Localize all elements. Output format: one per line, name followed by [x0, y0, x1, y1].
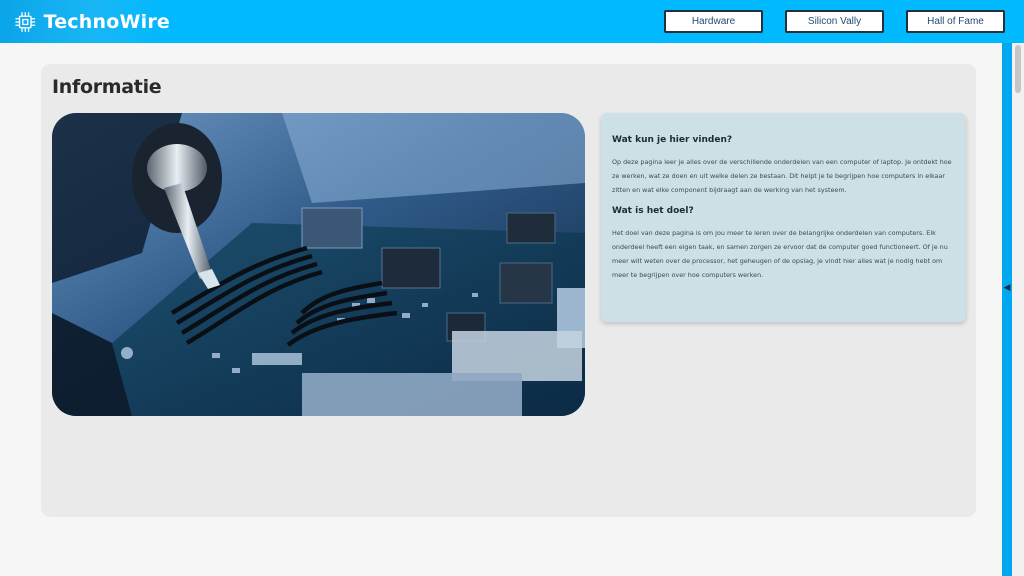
section-text-what: Op deze pagina leer je alles over de ver…	[612, 158, 952, 194]
section-heading-goal: Wat is het doel?	[612, 206, 694, 216]
page-title: Informatie	[52, 76, 162, 98]
brand-title: TechnoWire	[43, 10, 170, 33]
chip-icon	[15, 11, 36, 32]
nav-silicon-vally-button[interactable]: Silicon Vally	[785, 10, 884, 33]
side-panel-strip[interactable]	[1002, 43, 1012, 576]
section-heading-what: Wat kun je hier vinden?	[612, 135, 733, 145]
nav-hall-of-fame-button[interactable]: Hall of Fame	[906, 10, 1005, 33]
scrollbar-thumb[interactable]	[1015, 45, 1021, 93]
section-text-goal: Het doel van deze pagina is om jou meer …	[612, 229, 948, 279]
top-navbar: TechnoWire Hardware Silicon Vally Hall o…	[0, 0, 1024, 43]
motherboard-photo	[52, 113, 585, 416]
page-scrollbar[interactable]	[1012, 43, 1024, 576]
brand-logo[interactable]: TechnoWire	[0, 0, 170, 43]
info-card: Informatie Wat kun je hier vinden? Op de…	[41, 64, 976, 517]
nav-hardware-button[interactable]: Hardware	[664, 10, 763, 33]
collapse-arrow-icon[interactable]: ◀	[1002, 281, 1012, 295]
main-nav: Hardware Silicon Vally Hall of Fame	[664, 10, 1005, 33]
info-panel: Wat kun je hier vinden? Op deze pagina l…	[601, 113, 966, 322]
